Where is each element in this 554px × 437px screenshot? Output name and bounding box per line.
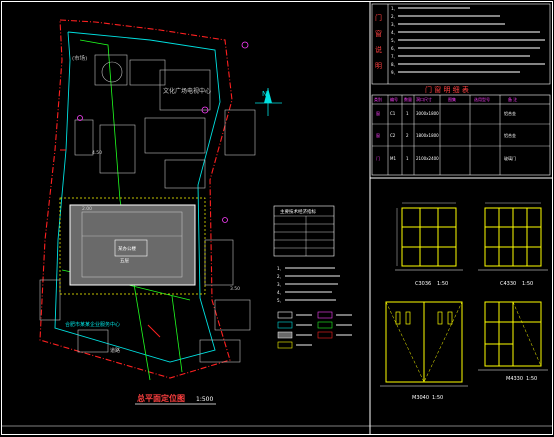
row1-qty: 1 [406,111,409,116]
label-culture-square: 文化广场电视中心 [163,87,211,95]
road-line-green-3 [171,295,183,373]
col-qty: 数量 [404,96,412,102]
note-num-8: 8、 [391,62,398,67]
elev-scale-4: 1:50 [526,376,537,382]
notes-lines-mid [285,267,340,301]
row3-qty: 1 [406,156,409,161]
col-size: 洞口尺寸 [416,96,432,102]
notes-panel: 门 窗 说 明 1、 2、 3、 4、 5、 6、 7、 8、 9、 [371,3,551,85]
elev-scale-1: 1:50 [437,281,448,287]
note-item-4: 4、 [277,290,284,295]
elevation-m4330: M4330 1:50 [478,301,548,382]
notes-title-2: 窗 [375,29,382,38]
indicator-title: 主要技术经济指标 [280,208,316,215]
row3-size: 2100x2400 [416,156,439,161]
note-num-9: 9、 [391,70,398,75]
plan-title: 总平面定位图 [137,393,185,403]
notes-title-4: 明 [375,62,382,70]
note-num-2: 2、 [391,14,398,19]
dim-mid: 2.00 [82,206,92,212]
schedule-title: 门 窗 明 细 表 [425,85,469,94]
elev-label-3: M3040 [412,395,429,401]
row1-size: 3000x1800 [416,111,439,116]
legend-area: 主要技术经济指标 1、 2、 3、 4、 5、 [273,205,352,349]
dim-right: 3.50 [230,286,240,292]
north-label: N [262,90,267,98]
row3-type: 门 [376,155,380,161]
col-type: 类别 [374,96,382,102]
notes-title-3: 说 [375,45,382,54]
note-item-3: 3、 [277,282,284,287]
note-num-6: 6、 [391,46,398,51]
row2-qty: 2 [406,133,409,138]
label-bottom-building: 合肥市某某企业服务中心 [65,321,120,328]
label-road: 道路 [110,347,120,354]
legend-symbols [277,311,352,349]
markers-magenta [77,41,249,223]
elev-label-1: C3036 [415,281,431,287]
row3-id: M1 [390,156,396,161]
elev-scale-2: 1:50 [522,281,533,287]
row2-note: 铝合金 [504,132,516,138]
label-market: (市场) [72,54,87,62]
row1-type: 窗 [376,110,380,116]
site-plan: (市场) 文化广场电视中心 某办公楼 五层 合肥市某某企业服务中心 道路 4.5… [39,19,282,405]
cad-drawing: (市场) 文化广场电视中心 某办公楼 五层 合肥市某某企业服务中心 道路 4.5… [1,1,553,435]
note-item-5: 5、 [277,298,284,303]
north-arrow: N [255,88,282,116]
door-window-schedule: 门 窗 明 细 表 类别 编号 数量 洞口尺寸 图集 选用型号 备 注 窗 C1… [371,85,551,176]
label-main-building: 某办公楼 [118,245,136,252]
row1-id: C1 [390,111,396,116]
elev-label-4: M4330 [506,376,523,382]
row2-type: 窗 [376,132,380,138]
notes-title-1: 门 [375,13,382,22]
col-id: 编号 [390,96,398,102]
note-num-3: 3、 [391,22,398,27]
dim-top: 4.50 [92,150,102,156]
row2-id: C2 [390,133,396,138]
row2-size: 1800x1800 [416,133,439,138]
notes-lines [398,7,545,73]
plan-scale: 1:500 [196,396,213,403]
elevation-c4330: C4330 1:50 [478,202,548,287]
row1-note: 铝合金 [504,110,516,116]
row3-note: 玻璃门 [504,155,516,161]
note-num-4: 4、 [391,30,398,35]
col-note: 备 注 [508,96,517,102]
note-item-2: 2、 [277,274,284,279]
note-num-1: 1、 [391,6,398,11]
label-sub: 五层 [120,258,129,264]
note-item-1: 1、 [277,266,284,271]
col-model: 选用型号 [474,96,490,102]
elev-scale-3: 1:50 [432,395,443,401]
main-building [69,204,196,286]
elevation-c3036: C3036 1:50 [395,202,463,287]
site-boundary-cyan [54,31,221,363]
note-num-7: 7、 [391,54,398,59]
col-atlas: 图集 [448,96,456,102]
elevation-m3040: M3040 1:50 [380,301,468,401]
elev-label-2: C4330 [500,281,516,287]
note-num-5: 5、 [391,38,398,43]
